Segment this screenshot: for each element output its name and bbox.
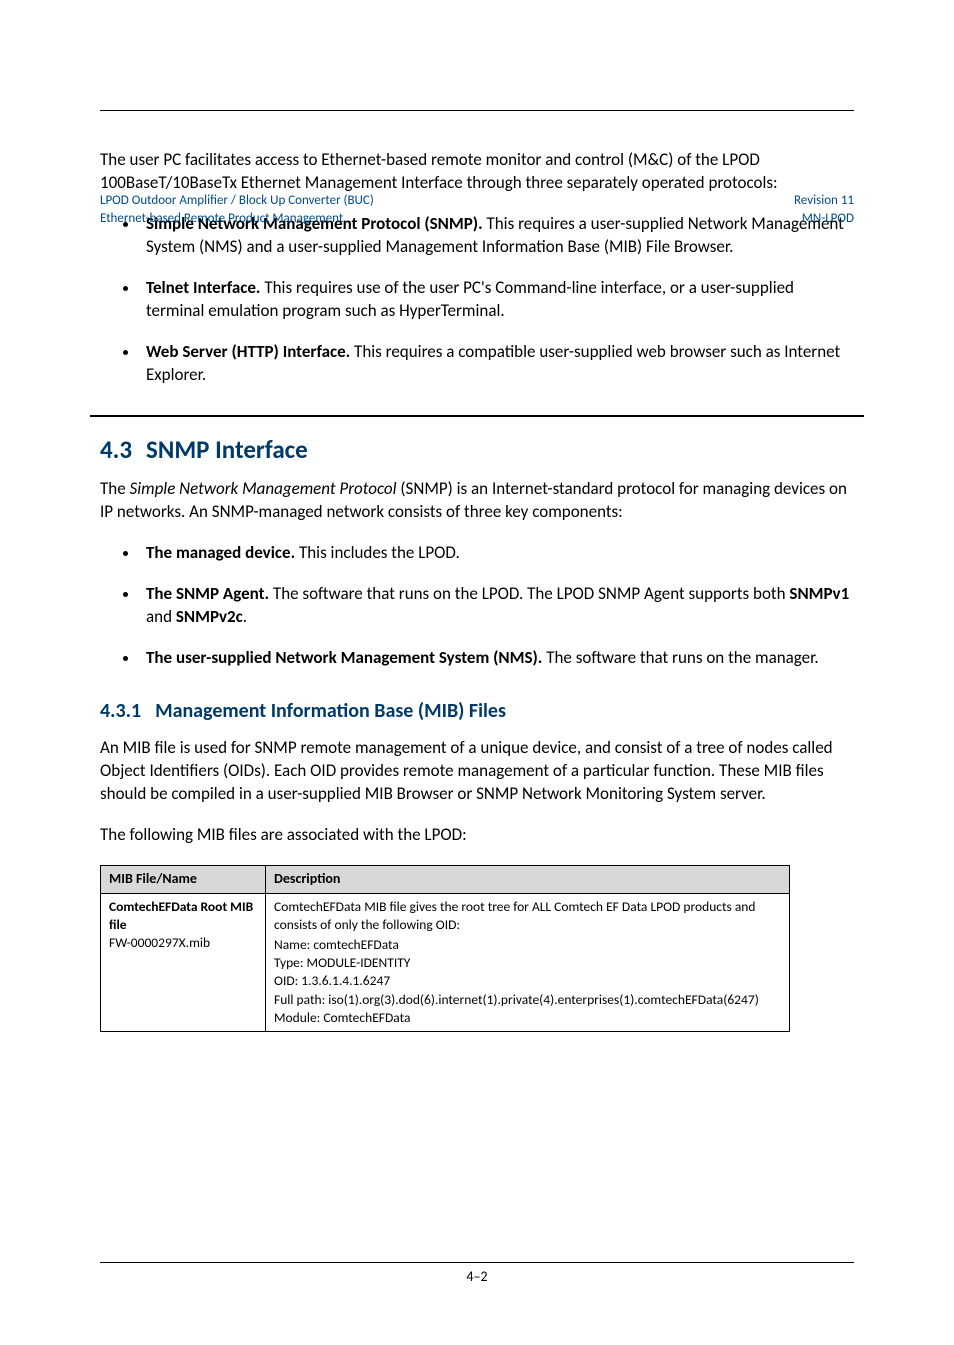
mib-filename: FW-0000297X.mib xyxy=(109,934,257,952)
subheading-title: Management Information Base (MIB) Files xyxy=(155,698,506,725)
header-right: Revision 11 xyxy=(794,192,854,210)
snmp-pre: The xyxy=(100,478,130,499)
managed-device-text: This includes the LPOD. xyxy=(295,542,460,563)
mib-desc-path: Full path: iso(1).org(3).dod(6).internet… xyxy=(274,991,781,1009)
snmp-em: Simple Network Management Protocol xyxy=(130,478,397,499)
table-cell-name: ComtechEFData Root MIB file FW-0000297X.… xyxy=(101,893,266,1032)
nms-text: The software that runs on the manager. xyxy=(542,647,818,668)
mib-desc-oid: OID: 1.3.6.1.4.1.6247 xyxy=(274,972,781,990)
nms-lead: The user-supplied Network Management Sys… xyxy=(146,647,542,668)
subheading-mib: 4.3.1 Management Information Base (MIB) … xyxy=(100,698,854,725)
bullet-http: Web Server (HTTP) Interface. This requir… xyxy=(140,341,854,387)
bullet-snmp-agent: The SNMP Agent. The software that runs o… xyxy=(140,583,854,629)
bullet-managed-device: The managed device. This includes the LP… xyxy=(140,542,854,565)
table-cell-desc: ComtechEFData MIB file gives the root tr… xyxy=(266,893,790,1032)
managed-device-lead: The managed device. xyxy=(146,542,295,563)
bullet-http-lead: Web Server (HTTP) Interface. xyxy=(146,341,350,362)
mib-desc-type: Type: MODULE-IDENTITY xyxy=(274,954,781,972)
section-rule xyxy=(90,415,864,417)
snmp-paragraph: The Simple Network Management Protocol (… xyxy=(100,478,854,524)
table-header-row: MIB File/Name Description xyxy=(101,865,790,893)
mib-table: MIB File/Name Description ComtechEFData … xyxy=(100,865,790,1032)
snmp-v1: SNMPv1 xyxy=(789,583,849,604)
mib-desc-module: Module: ComtechEFData xyxy=(274,1009,781,1027)
header-left: LPOD Outdoor Amplifier / Block Up Conver… xyxy=(100,192,374,210)
mib-desc-name: Name: comtechEFData xyxy=(274,936,781,954)
page-number: 4–2 xyxy=(0,1268,954,1287)
snmp-agent-lead: The SNMP Agent. xyxy=(146,583,269,604)
heading-num: 4.3 xyxy=(100,433,132,467)
mib-desc-line: ComtechEFData MIB file gives the root tr… xyxy=(274,898,781,934)
snmp-agent-text-a: The software that runs on the LPOD. The … xyxy=(269,583,789,604)
mib-paragraph-2: The following MIB files are associated w… xyxy=(100,824,854,847)
snmp-agent-end: . xyxy=(243,606,247,627)
mib-name: ComtechEFData Root MIB file xyxy=(109,898,257,934)
snmp-agent-mid: and xyxy=(146,606,176,627)
intro-paragraph: The user PC facilitates access to Ethern… xyxy=(100,149,854,195)
mib-paragraph: An MIB file is used for SNMP remote mana… xyxy=(100,737,854,806)
bullet-nms: The user-supplied Network Management Sys… xyxy=(140,647,854,670)
header-sub-right: MN-LPOD xyxy=(794,210,854,228)
snmp-v2c: SNMPv2c xyxy=(176,606,243,627)
header-sub-left: Ethernet-based Remote Product Management xyxy=(100,210,374,228)
table-row: ComtechEFData Root MIB file FW-0000297X.… xyxy=(101,893,790,1032)
bullet-telnet-lead: Telnet Interface. xyxy=(146,277,260,298)
table-header-desc: Description xyxy=(266,865,790,893)
bullet-telnet: Telnet Interface. This requires use of t… xyxy=(140,277,854,323)
bottom-rule xyxy=(100,1262,854,1263)
heading-snmp: 4.3 SNMP Interface xyxy=(100,433,854,467)
subheading-num: 4.3.1 xyxy=(100,698,141,725)
table-header-name: MIB File/Name xyxy=(101,865,266,893)
heading-title: SNMP Interface xyxy=(146,433,308,467)
